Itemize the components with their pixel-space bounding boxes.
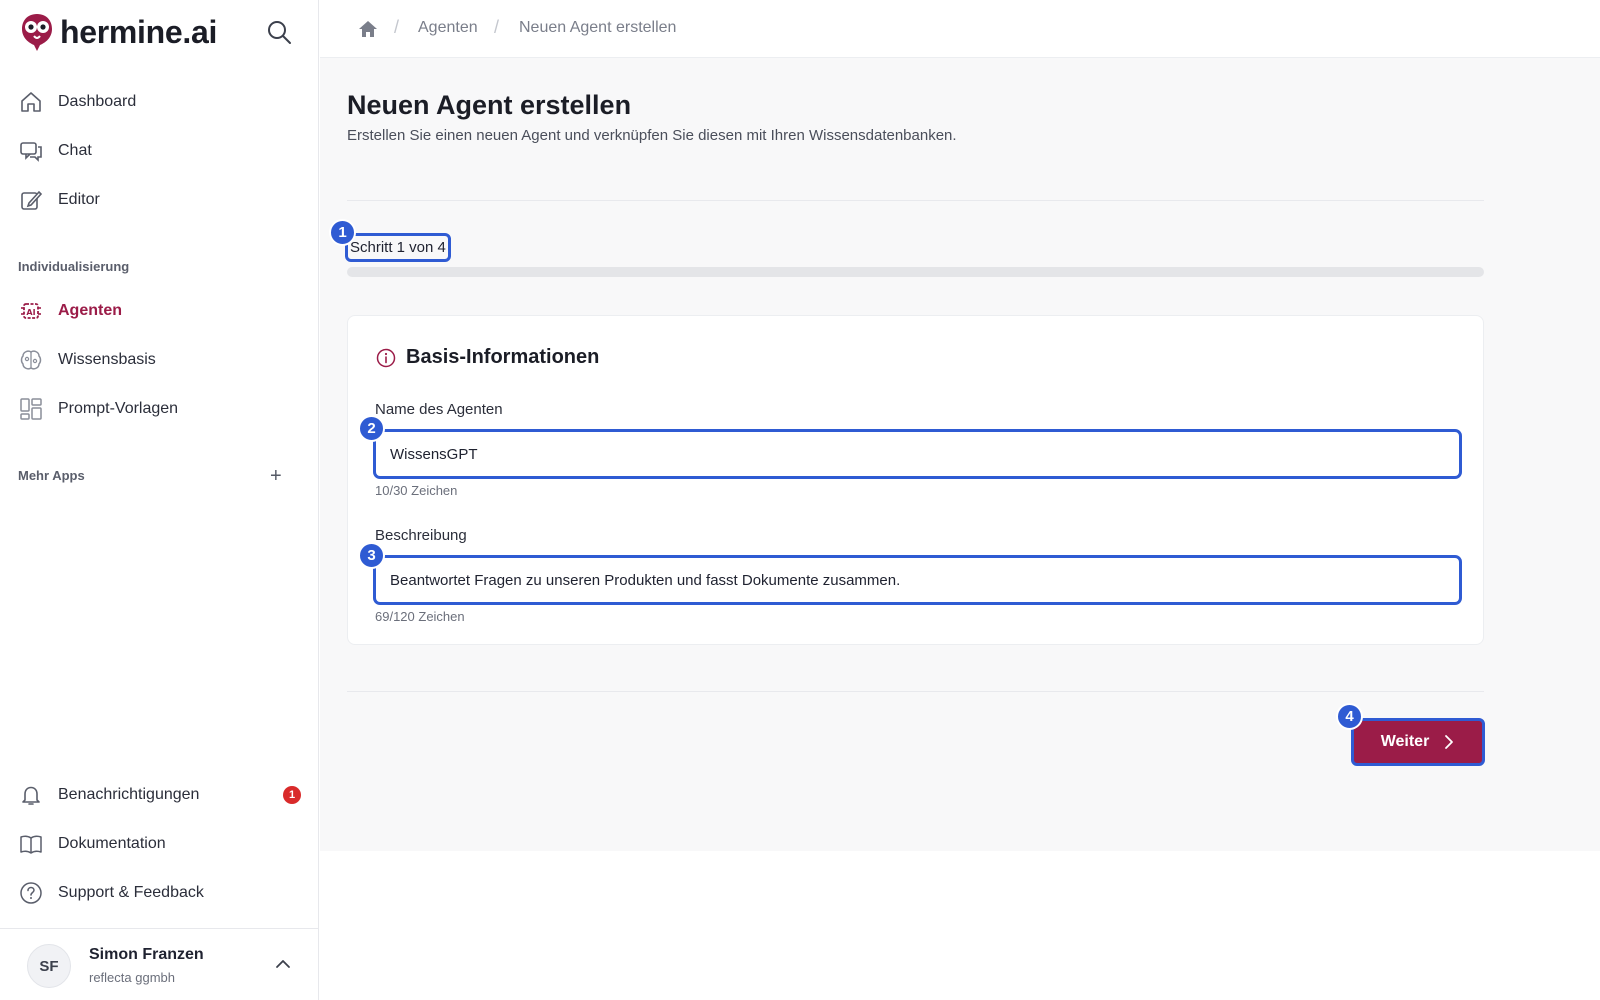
- nav-label: Wissensbasis: [58, 351, 156, 368]
- card-header: Basis-Informationen: [376, 346, 599, 369]
- agent-name-char-count: 10/30 Zeichen: [375, 483, 458, 498]
- basic-info-card: Basis-Informationen Name des Agenten 10/…: [347, 315, 1484, 645]
- nav-agenten[interactable]: AI Agenten: [18, 291, 300, 331]
- progress-bar: [347, 267, 1484, 277]
- add-app-icon[interactable]: +: [270, 466, 282, 486]
- agent-name-input[interactable]: [373, 429, 1462, 479]
- nav-prompt-vorlagen[interactable]: Prompt-Vorlagen: [18, 389, 300, 429]
- owl-logo-icon: [22, 14, 52, 51]
- step-indicator: Schritt 1 von 4: [345, 233, 451, 262]
- chat-icon: [18, 138, 44, 164]
- sidebar: hermine.ai Dashboard Chat Editor Individ…: [0, 0, 319, 1000]
- help-icon: [18, 880, 44, 906]
- nav-label: Prompt-Vorlagen: [58, 400, 179, 417]
- breadcrumb-separator: /: [394, 17, 400, 37]
- notification-count-badge: 1: [283, 786, 301, 804]
- info-icon: [376, 348, 396, 367]
- description-char-count: 69/120 Zeichen: [375, 609, 465, 624]
- breadcrumb-agenten[interactable]: Agenten: [418, 19, 478, 37]
- agent-name-label: Name des Agenten: [375, 401, 503, 418]
- user-name: Simon Franzen: [89, 946, 204, 963]
- avatar: SF: [27, 944, 71, 988]
- page-title: Neuen Agent erstellen: [347, 90, 632, 120]
- chevron-right-icon: [1445, 735, 1454, 749]
- section-individualisierung: Individualisierung: [18, 259, 130, 274]
- annotation-marker-3: 3: [358, 542, 385, 569]
- nav-support-feedback[interactable]: Support & Feedback: [18, 873, 300, 913]
- divider: [347, 691, 1484, 692]
- page-subtitle: Erstellen Sie einen neuen Agent und verk…: [347, 127, 957, 144]
- nav-chat[interactable]: Chat: [18, 131, 300, 171]
- next-button[interactable]: Weiter: [1351, 718, 1485, 766]
- nav-label: Editor: [58, 191, 100, 208]
- nav-label: Support & Feedback: [58, 884, 204, 901]
- description-label: Beschreibung: [375, 527, 467, 544]
- svg-text:AI: AI: [26, 308, 35, 317]
- main-content: Neuen Agent erstellen Erstellen Sie eine…: [320, 58, 1600, 851]
- annotation-marker-1: 1: [329, 219, 356, 246]
- next-button-label: Weiter: [1380, 733, 1430, 750]
- breadcrumb-separator: /: [494, 17, 500, 37]
- user-menu[interactable]: SF Simon Franzen reflecta ggmbh: [0, 928, 319, 1000]
- nav-label: Benachrichtigungen: [58, 786, 200, 803]
- nav-label: Dashboard: [58, 93, 137, 110]
- user-org: reflecta ggmbh: [89, 970, 175, 985]
- chevron-up-icon[interactable]: [274, 955, 292, 973]
- nav-label: Agenten: [58, 302, 122, 319]
- nav-dashboard[interactable]: Dashboard: [18, 82, 300, 122]
- divider: [347, 200, 1484, 201]
- description-input[interactable]: [373, 555, 1462, 605]
- agent-chip-icon: AI: [18, 298, 44, 324]
- home-icon: [18, 89, 44, 115]
- nav-wissensbasis[interactable]: Wissensbasis: [18, 340, 300, 380]
- home-icon[interactable]: [357, 18, 379, 40]
- section-mehr-apps: Mehr Apps: [18, 468, 85, 483]
- edit-icon: [18, 187, 44, 213]
- card-title: Basis-Informationen: [406, 346, 600, 368]
- template-icon: [18, 396, 44, 422]
- annotation-marker-2: 2: [358, 415, 385, 442]
- nav-benachrichtigungen[interactable]: Benachrichtigungen: [18, 775, 300, 815]
- brand-logo[interactable]: hermine.ai: [20, 10, 217, 54]
- nav-dokumentation[interactable]: Dokumentation: [18, 824, 300, 864]
- book-icon: [18, 831, 44, 857]
- search-icon[interactable]: [266, 19, 292, 45]
- annotation-marker-4: 4: [1336, 703, 1363, 730]
- breadcrumb: / Agenten / Neuen Agent erstellen: [320, 0, 1600, 58]
- nav-editor[interactable]: Editor: [18, 180, 300, 220]
- brand-name: hermine.ai: [60, 13, 218, 50]
- bell-icon: [18, 782, 44, 808]
- nav-label: Dokumentation: [58, 835, 166, 852]
- breadcrumb-current: Neuen Agent erstellen: [519, 19, 677, 36]
- nav-label: Chat: [58, 142, 92, 159]
- brain-icon: [18, 347, 44, 373]
